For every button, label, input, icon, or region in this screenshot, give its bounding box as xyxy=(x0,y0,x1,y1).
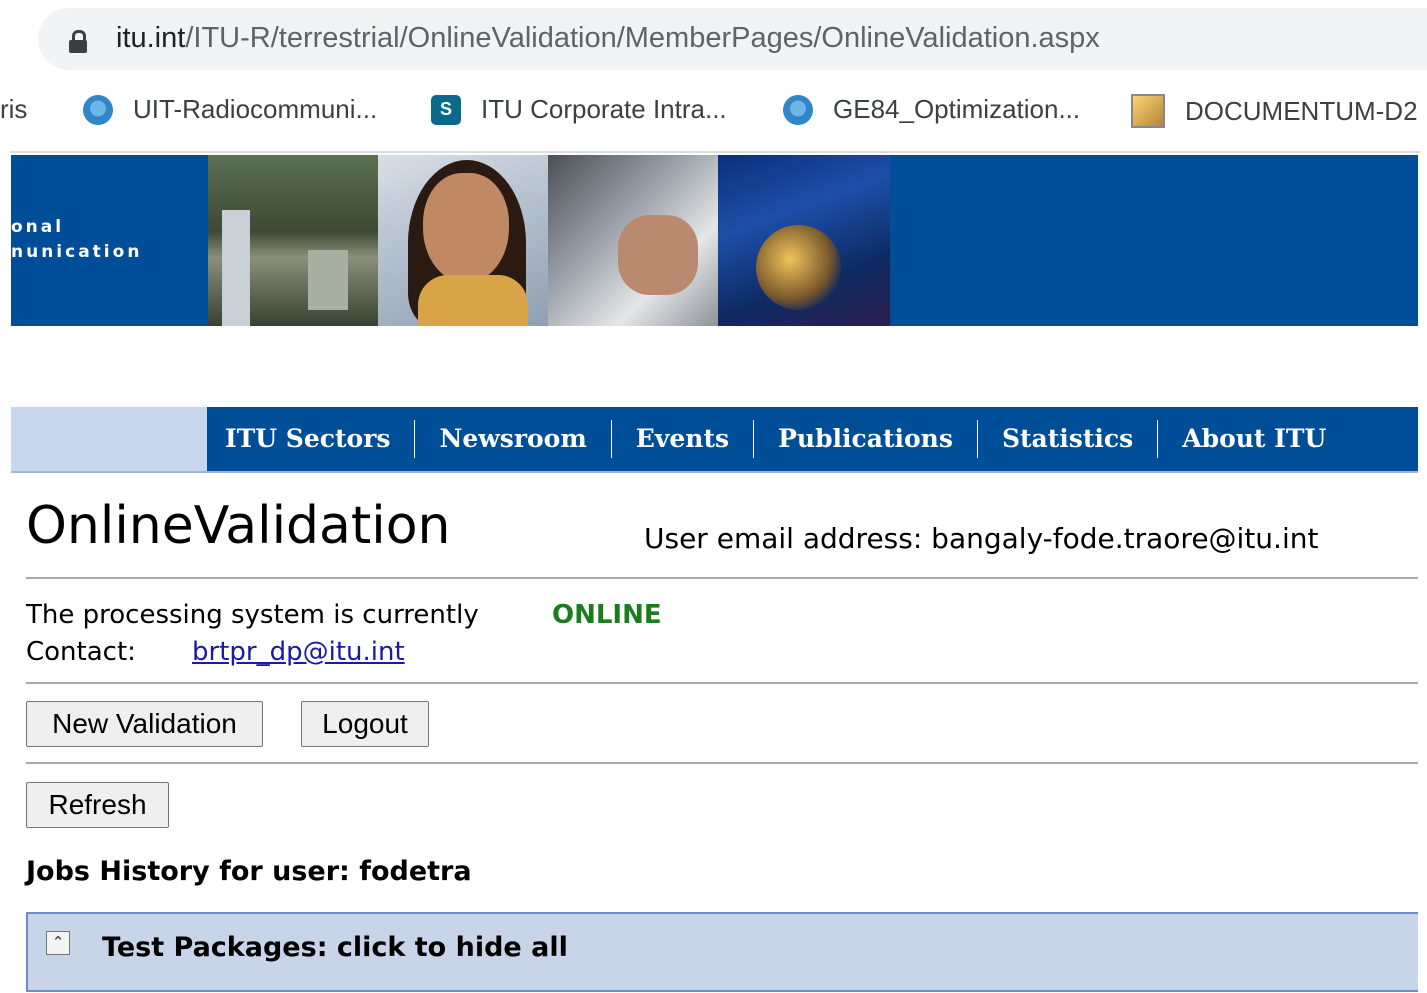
documentum-icon xyxy=(1131,94,1165,128)
bookmark-label: GE84_Optimization... xyxy=(833,94,1081,124)
divider xyxy=(26,682,1418,684)
divider xyxy=(26,577,1418,579)
toolbar-divider xyxy=(10,151,1420,153)
nav-item-publications[interactable]: Publications xyxy=(754,420,978,458)
sharepoint-icon: S xyxy=(431,94,461,125)
contact-label: Contact: xyxy=(26,637,136,667)
bookmark-label: UIT-Radiocommuni... xyxy=(133,94,378,124)
bookmark-label: ris xyxy=(0,94,28,124)
bookmark-item[interactable]: S ITU Corporate Intra... xyxy=(431,94,727,125)
jobs-history-title: Jobs History for user: fodetra xyxy=(26,856,472,887)
nav-item-events[interactable]: Events xyxy=(612,420,755,458)
bookmark-item[interactable]: DOCUMENTUM-D2 xyxy=(1131,94,1418,128)
bookmark-item[interactable]: UIT-Radiocommuni... xyxy=(83,94,377,125)
banner-logo-text: onal nunication xyxy=(11,215,142,265)
test-packages-header[interactable]: ⌃ Test Packages: click to hide all xyxy=(26,912,1418,992)
itu-globe-icon xyxy=(783,94,813,125)
banner-photo-buildings xyxy=(208,155,378,326)
status-text: The processing system is currently xyxy=(26,600,479,630)
bookmark-label: ITU Corporate Intra... xyxy=(481,94,727,124)
lock-icon[interactable] xyxy=(68,30,88,53)
double-chevron-up-icon[interactable]: ⌃ xyxy=(46,931,70,955)
new-validation-button[interactable]: New Validation xyxy=(26,701,263,747)
bookmark-item[interactable]: GE84_Optimization... xyxy=(783,94,1080,125)
nav-item-newsroom[interactable]: Newsroom xyxy=(415,420,612,458)
banner-text-line: onal xyxy=(11,217,65,237)
address-bar[interactable]: itu.int/ITU-R/terrestrial/OnlineValidati… xyxy=(38,8,1427,70)
site-banner: onal nunication xyxy=(11,155,1418,326)
nav-underline xyxy=(11,471,1418,473)
main-nav: ITU Sectors Newsroom Events Publications… xyxy=(207,407,1418,471)
nav-item-itu-sectors[interactable]: ITU Sectors xyxy=(207,420,416,458)
url-domain: itu.int xyxy=(116,22,186,54)
logout-button[interactable]: Logout xyxy=(301,701,429,747)
banner-photo-woman-phone xyxy=(378,155,548,326)
nav-spacer xyxy=(11,407,207,471)
nav-item-about-itu[interactable]: About ITU xyxy=(1158,420,1350,458)
page-title: OnlineValidation xyxy=(26,496,451,556)
banner-photo-keyboard xyxy=(548,155,718,326)
user-email: User email address: bangaly-fode.traore@… xyxy=(644,522,1319,555)
bookmarks-bar: ris UIT-Radiocommuni... S ITU Corporate … xyxy=(0,78,1427,144)
nav-item-statistics[interactable]: Statistics xyxy=(978,420,1159,458)
contact-email-link[interactable]: brtpr_dp@itu.int xyxy=(192,637,405,667)
test-packages-label[interactable]: Test Packages: click to hide all xyxy=(102,932,568,963)
status-badge: ONLINE xyxy=(552,600,662,630)
url-text[interactable]: itu.int/ITU-R/terrestrial/OnlineValidati… xyxy=(116,22,1100,55)
bookmark-label: DOCUMENTUM-D2 xyxy=(1185,95,1418,126)
refresh-button[interactable]: Refresh xyxy=(26,782,169,828)
itu-globe-icon xyxy=(83,94,113,125)
banner-text-line: nunication xyxy=(11,242,143,262)
bookmark-item[interactable]: ris xyxy=(0,94,27,125)
banner-photo-satellite xyxy=(718,155,890,326)
url-path: /ITU-R/terrestrial/OnlineValidation/Memb… xyxy=(185,22,1100,54)
divider xyxy=(26,762,1418,764)
